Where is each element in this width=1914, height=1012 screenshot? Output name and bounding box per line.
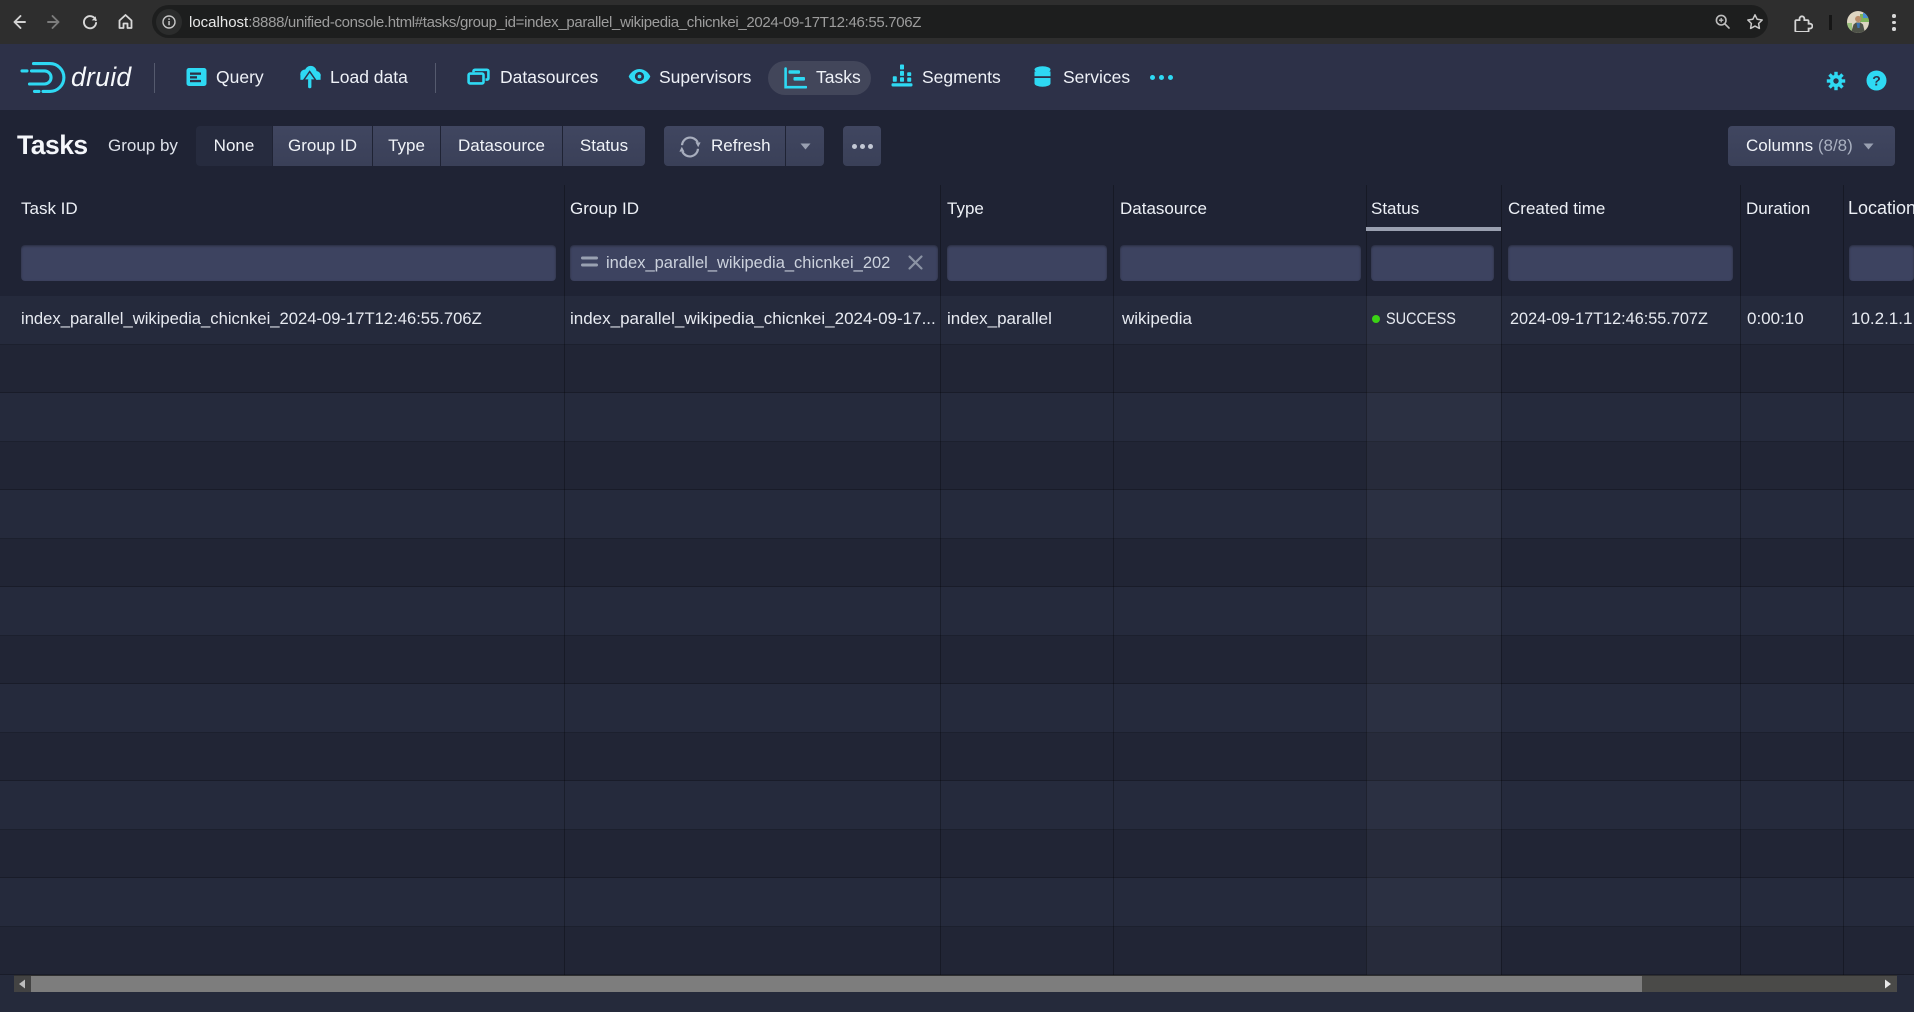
svg-text:?: ? — [1872, 72, 1881, 88]
